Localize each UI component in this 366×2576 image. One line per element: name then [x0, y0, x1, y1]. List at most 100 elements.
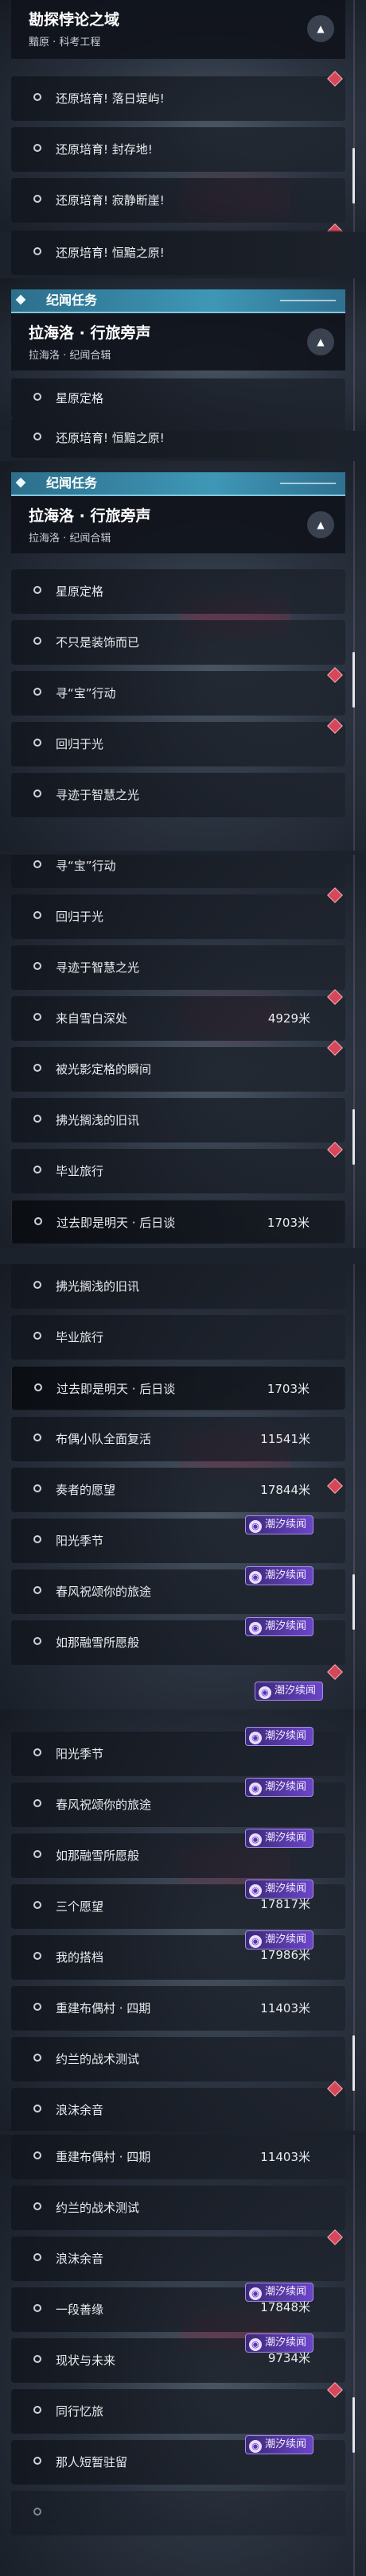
scrollbar[interactable]: [352, 2397, 355, 2453]
quest-item[interactable]: 那人短暂驻留 ◉ 潮汐续闻: [11, 2435, 345, 2485]
quest-item[interactable]: 阳光季节 ◉ 潮汐续闻: [11, 1727, 345, 1776]
badge-swirl-icon: ◉: [248, 1622, 262, 1635]
quest-item[interactable]: 星原定格: [11, 569, 345, 614]
quest-item[interactable]: 被光影定格的瞬间: [11, 1047, 345, 1092]
quest-item[interactable]: 约兰的战术测试: [11, 2186, 345, 2230]
ring-icon: [33, 2355, 41, 2363]
ring-icon: [33, 1115, 41, 1123]
quest-item[interactable]: 还原培育! 落日堤屿!: [11, 76, 345, 121]
badge-swirl-icon: ◉: [248, 1520, 262, 1533]
scrollbar[interactable]: [352, 652, 355, 708]
ring-icon: [33, 1850, 41, 1858]
ring-icon: [33, 962, 41, 970]
quest-item[interactable]: 如那融雪所愿般 ◉ 潮汐续闻: [11, 1829, 345, 1878]
badge-swirl-icon: ◉: [248, 1833, 262, 1846]
quest-item[interactable]: [11, 2491, 345, 2535]
ring-icon: [33, 1013, 41, 1021]
quest-item[interactable]: 现状与未来 ◉ 潮汐续闻 9734米: [11, 2334, 345, 2383]
quest-item[interactable]: 重建布偶村 · 四期 11403米: [11, 2135, 345, 2179]
ring-icon: [33, 2105, 41, 2112]
scrollbar[interactable]: [352, 1574, 355, 1630]
quest-item[interactable]: 还原培育! 寂静断崖!: [11, 178, 345, 223]
quest-item[interactable]: 奏者的愿望 17844米: [11, 1468, 345, 1512]
ring-icon: [33, 1166, 41, 1174]
distance-label: 17986米: [260, 1948, 310, 1962]
quest-item[interactable]: 还原培育! 封存地!: [11, 127, 345, 172]
region-subtitle: 拉海洛 · 纪闻合辑: [29, 533, 111, 545]
quest-item[interactable]: 三个愿望 ◉ 潮汐续闻 17817米: [11, 1880, 345, 1929]
ring-icon: [33, 1901, 41, 1909]
quest-item[interactable]: 回归于光: [11, 722, 345, 766]
quest-item[interactable]: 毕业旅行: [11, 1315, 345, 1360]
region-title: 勘探悖论之域: [29, 11, 120, 29]
quest-item[interactable]: 寻“宝”行动: [11, 671, 345, 716]
ring-icon: [33, 1332, 41, 1340]
quest-item[interactable]: 如那融雪所愿般 ◉ 潮汐续闻: [11, 1617, 345, 1665]
quest-region-panel[interactable]: 拉海洛 · 行旅旁声 拉海洛 · 纪闻合辑 ▲: [11, 312, 345, 370]
quest-item[interactable]: 还原培育! 恒黯之原!: [11, 231, 345, 275]
quest-region-panel[interactable]: 拉海洛 · 行旅旁声 拉海洛 · 纪闻合辑 ▲: [11, 495, 345, 553]
quest-item[interactable]: 来自雪白深处 4929米: [11, 996, 345, 1041]
quest-item[interactable]: 还原培育! 恒黯之原!: [11, 418, 345, 458]
ring-icon: [33, 2406, 41, 2414]
tide-sequel-badge: ◉ 潮汐续闻: [244, 1617, 313, 1636]
ring-icon: [33, 195, 41, 203]
quest-item[interactable]: 浪沫余音: [11, 2237, 345, 2281]
ring-icon: [33, 911, 41, 919]
quest-item[interactable]: 寻迹于智慧之光: [11, 773, 345, 817]
quest-item[interactable]: 约兰的战术测试: [11, 2037, 345, 2081]
scrollbar[interactable]: [352, 148, 355, 204]
chevron-up-icon[interactable]: ▲: [307, 511, 334, 538]
ring-icon: [33, 1064, 41, 1072]
quest-item[interactable]: 回归于光: [11, 894, 345, 939]
ring-icon: [33, 2054, 41, 2062]
screenshot-segment-2: 纪闻任务 拉海洛 · 行旅旁声 拉海洛 · 纪闻合辑 ▲ 星原定格: [0, 278, 366, 431]
ring-icon: [34, 1217, 42, 1225]
quest-item[interactable]: 寻迹于智慧之光: [11, 945, 345, 990]
quest-item[interactable]: 我的搭档 ◉ 潮汐续闻 17986米: [11, 1930, 345, 1980]
tide-sequel-badge: ◉ 潮汐续闻: [244, 2435, 313, 2454]
screenshot-segment-4: 寻“宝”行动 回归于光 寻迹于智慧之光 来自雪白深处 4929米 被光影定格的瞬间…: [0, 855, 366, 1248]
quest-item[interactable]: 过去即是明天 · 后日谈 1703米: [11, 1200, 345, 1244]
quest-item[interactable]: 重建布偶村 · 四期 11403米: [11, 1986, 345, 2031]
quest-item[interactable]: 过去即是明天 · 后日谈 1703米: [11, 1366, 345, 1410]
quest-region-panel[interactable]: 勘探悖论之域 黯原 · 科考工程 ▲: [11, 0, 345, 59]
region-subtitle: 黯原 · 科考工程: [29, 37, 101, 48]
distance-label: 1703米: [267, 1216, 310, 1230]
scrollbar[interactable]: [352, 2035, 355, 2091]
quest-item[interactable]: 寻“宝”行动: [11, 855, 345, 888]
quest-item[interactable]: 星原定格: [11, 378, 345, 418]
distance-label: 11403米: [260, 2001, 310, 2015]
tide-sequel-badge: ◉ 潮汐续闻: [244, 1515, 313, 1534]
ring-icon: [33, 1535, 41, 1543]
quest-item[interactable]: 春风祝颂你的旅途 ◉ 潮汐续闻: [11, 1566, 345, 1614]
ring-icon: [33, 2151, 41, 2159]
scrollbar[interactable]: [352, 1109, 355, 1165]
quest-item[interactable]: 阳光季节 ◉ 潮汐续闻: [11, 1515, 345, 1563]
chevron-up-icon[interactable]: ▲: [307, 328, 334, 355]
badge-swirl-icon: ◉: [248, 2338, 262, 2351]
quest-item[interactable]: 布偶小队全面复活 11541米: [11, 1417, 345, 1461]
quest-item[interactable]: 一段善缘 ◉ 潮汐续闻 17848米: [11, 2283, 345, 2332]
screenshot-segment-6: 阳光季节 ◉ 潮汐续闻 春风祝颂你的旅途 ◉ 潮汐续闻 如那融雪所愿般 ◉ 潮汐续闻 三个愿…: [0, 1709, 366, 2131]
quest-item[interactable]: 同行忆旅: [11, 2389, 345, 2434]
quest-item[interactable]: 不只是装饰而已: [11, 620, 345, 665]
quest-item[interactable]: 拂光搁浅的旧讯: [11, 1264, 345, 1309]
ring-icon: [33, 93, 41, 101]
badge-swirl-icon: ◉: [248, 1783, 262, 1795]
quest-item[interactable]: 拂光搁浅的旧讯: [11, 1098, 345, 1143]
tide-sequel-badge: ◉ 潮汐续闻: [244, 1778, 313, 1797]
distance-label: 4929米: [267, 1011, 310, 1026]
map-marker-icon: [327, 1664, 343, 1680]
ring-icon: [34, 1383, 42, 1391]
distance-label: 17848米: [260, 2300, 310, 2314]
chevron-up-icon[interactable]: ▲: [307, 15, 334, 42]
badge-swirl-icon: ◉: [248, 2440, 262, 2453]
quest-category-header: 纪闻任务: [11, 472, 345, 495]
tide-sequel-badge: ◉ 潮汐续闻: [244, 1727, 313, 1746]
quest-item[interactable]: 春风祝颂你的旅途 ◉ 潮汐续闻: [11, 1778, 345, 1827]
ring-icon: [33, 1637, 41, 1645]
distance-label: 17844米: [260, 1483, 310, 1497]
quest-item[interactable]: 浪沫余音: [11, 2088, 345, 2131]
quest-item[interactable]: 毕业旅行: [11, 1149, 345, 1193]
